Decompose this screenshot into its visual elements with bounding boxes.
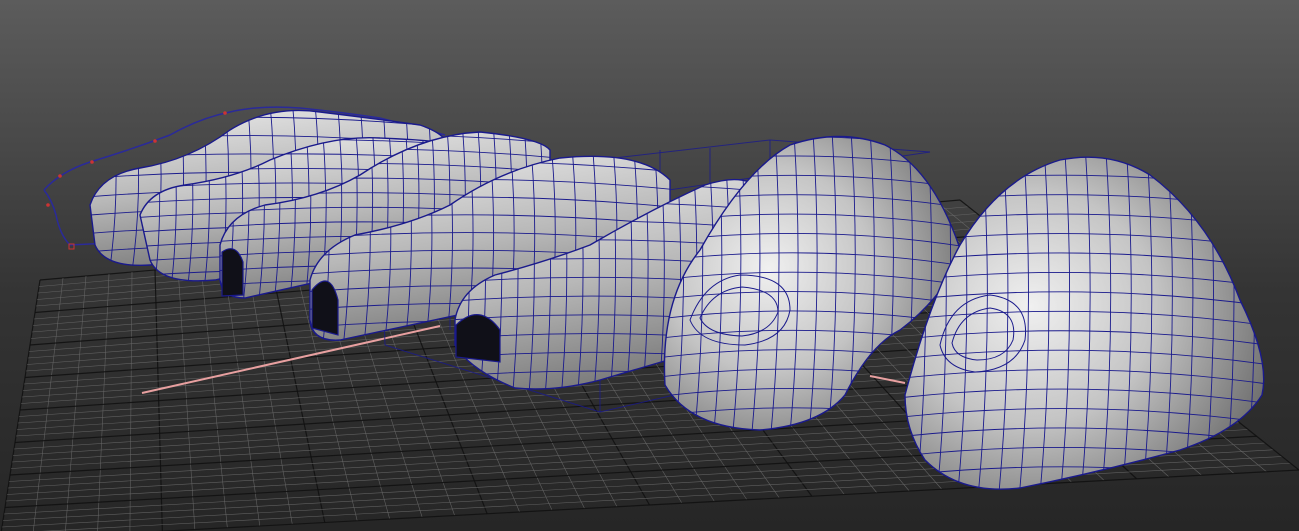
3d-viewport[interactable]: ×	[0, 0, 1299, 531]
stage-7-surface[interactable]	[900, 145, 1270, 495]
viewport-canvas[interactable]: ×	[0, 0, 1299, 531]
